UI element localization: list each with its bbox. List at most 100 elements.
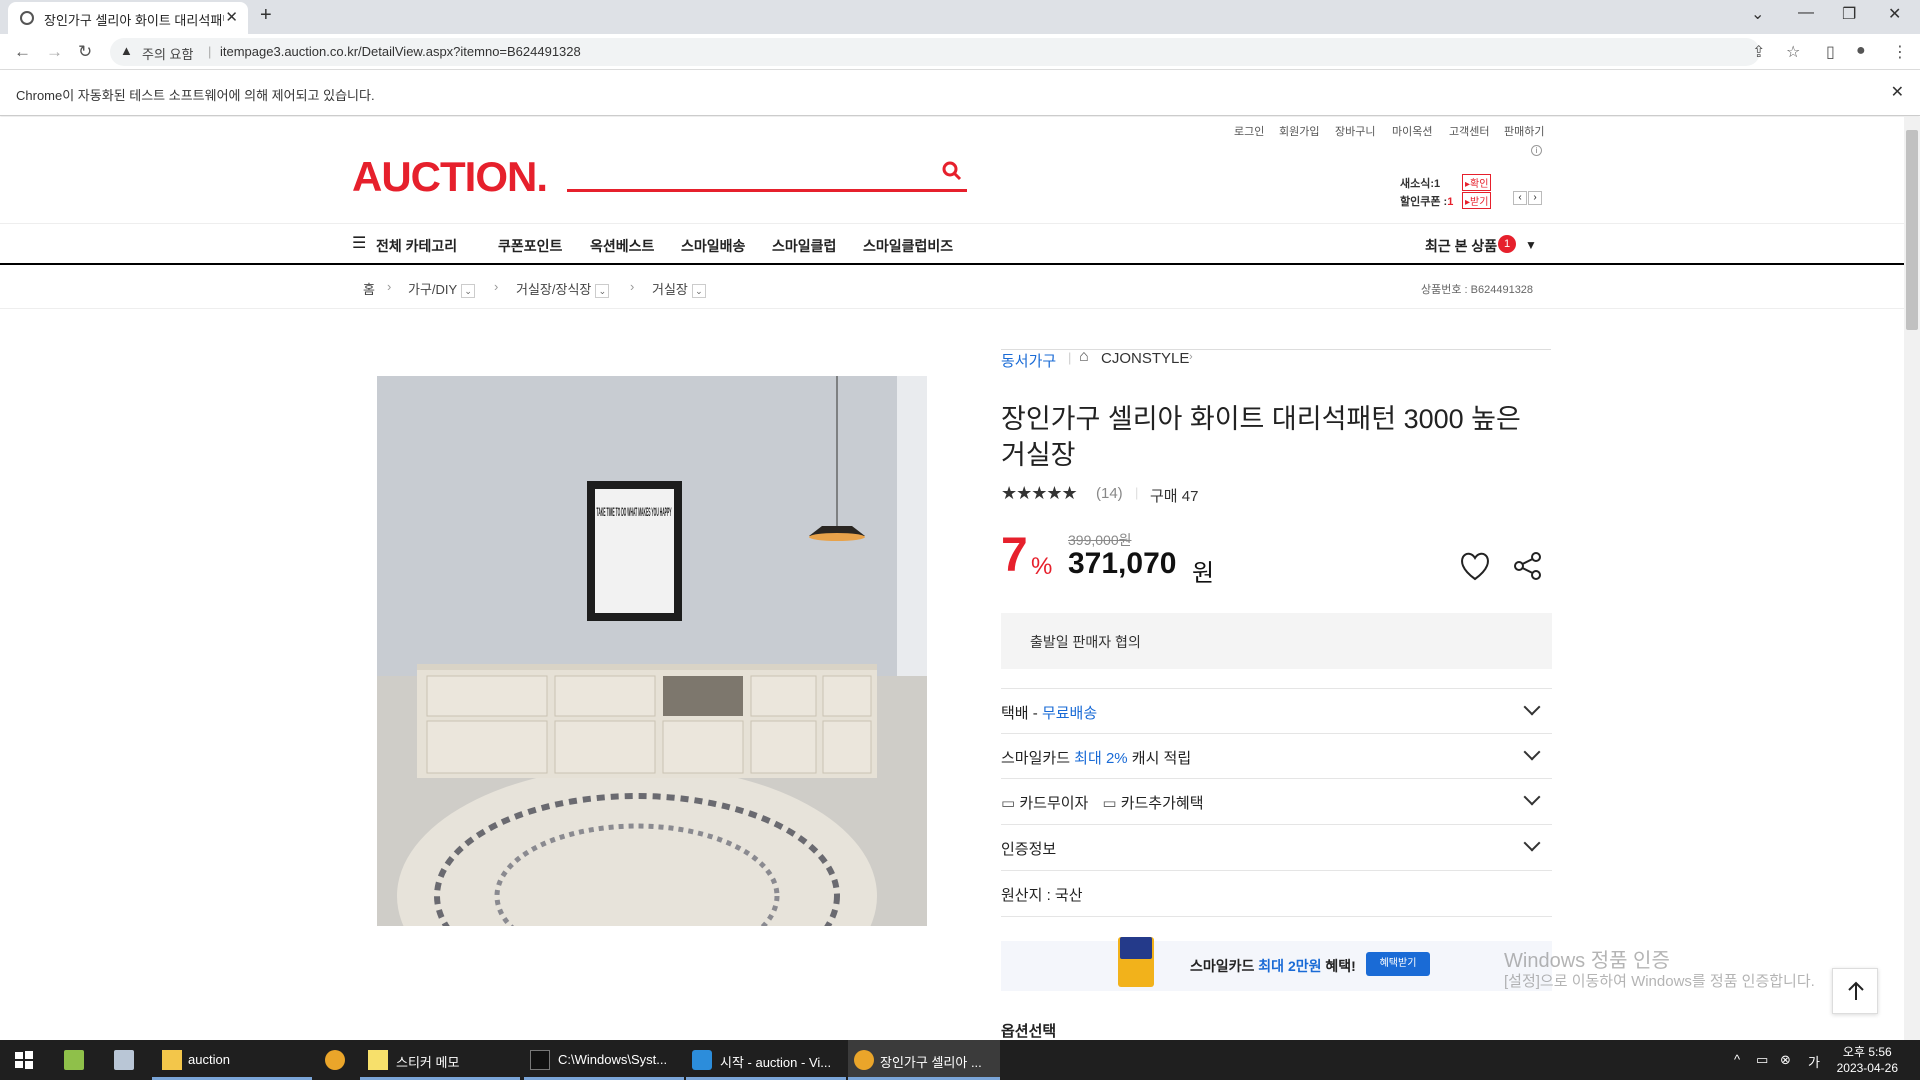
smilecard-row[interactable]: 스마일카드 최대 2% 캐시 적립 bbox=[1001, 733, 1552, 778]
security-warning-label[interactable]: 주의 요함 bbox=[142, 44, 193, 63]
seller-link[interactable]: 동서가구 bbox=[1001, 350, 1056, 371]
breadcrumb-item-livingroom[interactable]: 거실장 ⌄ bbox=[652, 279, 706, 298]
breadcrumb-item-cabinet[interactable]: 거실장/장식장 ⌄ bbox=[516, 279, 610, 298]
new-tab-button[interactable]: + bbox=[260, 4, 272, 27]
coupon-get-button[interactable]: ▸받기 bbox=[1462, 192, 1492, 209]
url-text[interactable]: itempage3.auction.co.kr/DetailView.aspx?… bbox=[220, 44, 581, 59]
sell-link[interactable]: 판매하기 bbox=[1504, 123, 1544, 139]
main-navigation: ☰ 전체 카테고리 쿠폰포인트 옥션베스트 스마일배송 스마일클럽 스마일클럽비… bbox=[0, 223, 1904, 265]
heart-icon[interactable] bbox=[1459, 551, 1491, 581]
warning-icon[interactable]: ▲ bbox=[120, 43, 133, 58]
ime-icon[interactable]: 가 bbox=[1808, 1052, 1820, 1071]
side-panel-icon[interactable]: ▯ bbox=[1826, 42, 1835, 62]
back-icon[interactable]: ← bbox=[14, 42, 31, 62]
nav-smile-club-biz[interactable]: 스마일클럽비즈 bbox=[863, 236, 953, 256]
product-image[interactable]: TAKE TIME TO DO WHAT MAKES YOU HAPPY bbox=[377, 376, 927, 926]
signup-link[interactable]: 회원가입 bbox=[1279, 123, 1319, 139]
clock-date: 2023-04-26 bbox=[1836, 1061, 1898, 1075]
scrollbar-thumb[interactable] bbox=[1906, 130, 1918, 330]
browser-tab[interactable]: 장인가구 셀리아 화이트 대리석패턴 3000 높은 거실장 ✕ bbox=[8, 2, 248, 34]
taskbar-item-chrome-window[interactable]: 장인가구 셀리아 ... bbox=[848, 1040, 1000, 1080]
get-benefit-button[interactable]: 혜택받기 bbox=[1366, 952, 1430, 976]
windows-taskbar: auction 스티커 메모 C:\Windows\Syst... 시작 - a… bbox=[0, 1040, 1920, 1080]
close-tab-icon[interactable]: ✕ bbox=[225, 8, 238, 26]
hamburger-icon[interactable]: ☰ bbox=[352, 233, 366, 253]
volume-muted-icon[interactable]: ⊗ bbox=[1780, 1052, 1791, 1068]
breadcrumb: 홈 › 가구/DIY ⌄ › 거실장/장식장 ⌄ › 거실장 ⌄ 상품번호 : B62… bbox=[0, 265, 1904, 309]
store-arrow-icon[interactable]: › bbox=[1189, 351, 1193, 363]
seller-name: 동서가구 bbox=[1001, 353, 1057, 370]
profile-icon[interactable]: ● bbox=[1856, 42, 1866, 60]
breadcrumb-label: 거실장 bbox=[652, 282, 688, 297]
chevron-down-icon[interactable] bbox=[1523, 834, 1541, 852]
taskbar-item-sticky-notes[interactable]: 스티커 메모 bbox=[360, 1040, 520, 1080]
taskbar-item-auction-folder[interactable]: auction bbox=[152, 1040, 312, 1080]
scroll-to-top-button[interactable] bbox=[1832, 968, 1878, 1014]
login-link[interactable]: 로그인 bbox=[1234, 123, 1264, 139]
next-arrow-icon[interactable]: › bbox=[1528, 191, 1542, 205]
bookmark-star-icon[interactable]: ☆ bbox=[1786, 42, 1800, 62]
origin-row: 원산지 : 국산 bbox=[1001, 870, 1552, 915]
cart-link[interactable]: 장바구니 bbox=[1335, 123, 1375, 139]
store-link[interactable]: CJONSTYLE bbox=[1101, 350, 1189, 367]
card-benefit-row[interactable]: ▭ 카드무이자 ▭ 카드추가혜택 bbox=[1001, 778, 1552, 823]
reload-icon[interactable]: ↻ bbox=[78, 42, 92, 62]
start-button[interactable] bbox=[0, 1040, 46, 1080]
all-category-button[interactable]: 전체 카테고리 bbox=[376, 236, 457, 256]
chevron-down-icon[interactable] bbox=[1523, 698, 1541, 716]
card-illustration-top bbox=[1120, 937, 1152, 959]
price-unit: 원 bbox=[1192, 560, 1215, 587]
windows-logo-icon bbox=[15, 1051, 33, 1069]
address-bar[interactable]: ▲ 주의 요함 | itempage3.auction.co.kr/Detail… bbox=[110, 38, 1760, 66]
news-confirm-button[interactable]: ▸확인 bbox=[1462, 174, 1492, 191]
dropdown-icon[interactable]: ⌄ bbox=[461, 284, 476, 298]
taskbar-label: 장인가구 셀리아 ... bbox=[880, 1055, 982, 1070]
taskbar-app-chrome[interactable] bbox=[318, 1040, 352, 1080]
my-auction-link[interactable]: 마이옥션 bbox=[1392, 123, 1432, 139]
search-icon[interactable] bbox=[942, 161, 962, 181]
auction-logo[interactable]: AUCTION. bbox=[352, 153, 548, 201]
info-icon[interactable]: i bbox=[1531, 145, 1542, 156]
forward-icon[interactable]: → bbox=[46, 42, 63, 62]
chevron-down-icon[interactable] bbox=[1523, 788, 1541, 806]
minimize-button[interactable]: — bbox=[1798, 4, 1814, 22]
share-icon[interactable] bbox=[1513, 551, 1543, 581]
card-benefit-label: ▭ 카드무이자 ▭ 카드추가혜택 bbox=[1001, 792, 1204, 813]
close-infobar-icon[interactable]: ✕ bbox=[1891, 82, 1904, 102]
dropdown-icon[interactable]: ⌄ bbox=[691, 284, 706, 298]
banner-text: 스마일카드 최대 2만원 혜택! bbox=[1190, 956, 1356, 976]
nav-smile-delivery[interactable]: 스마일배송 bbox=[681, 236, 745, 256]
breadcrumb-item-furniture[interactable]: 가구/DIY ⌄ bbox=[408, 279, 476, 298]
tab-title: 장인가구 셀리아 화이트 대리석패턴 3000 높은 거실장 bbox=[44, 13, 224, 28]
menu-icon[interactable]: ⋮ bbox=[1892, 42, 1908, 62]
taskbar-item-cmd[interactable]: C:\Windows\Syst... bbox=[524, 1040, 684, 1080]
star-rating: ★★★★★ bbox=[1001, 483, 1078, 503]
taskbar-item-vscode[interactable]: 시작 - auction - Vi... bbox=[686, 1040, 846, 1080]
share-icon[interactable]: ⇪ bbox=[1752, 42, 1765, 62]
recent-products-button[interactable]: 최근 본 상품 bbox=[1425, 236, 1497, 256]
delivery-value: 무료배송 bbox=[1041, 705, 1098, 722]
maximize-button[interactable]: ❐ bbox=[1842, 4, 1856, 24]
network-icon[interactable]: ▭ bbox=[1756, 1052, 1768, 1068]
dropdown-icon[interactable]: ⌄ bbox=[595, 284, 610, 298]
system-clock[interactable]: 오후 5:56 2023-04-26 bbox=[1837, 1044, 1898, 1076]
store-home-icon: ⌂ bbox=[1079, 348, 1089, 365]
nav-smile-club[interactable]: 스마일클럽 bbox=[772, 236, 836, 256]
close-window-button[interactable]: ✕ bbox=[1888, 4, 1901, 24]
nav-auction-best[interactable]: 옥션베스트 bbox=[590, 236, 654, 256]
chevron-down-icon[interactable]: ▼ bbox=[1525, 238, 1537, 252]
discount-unit: % bbox=[1031, 553, 1053, 580]
tab-search-icon[interactable]: ⌄ bbox=[1751, 4, 1764, 24]
certification-row[interactable]: 인증정보 bbox=[1001, 824, 1552, 869]
nav-coupon-point[interactable]: 쿠폰포인트 bbox=[498, 236, 562, 256]
search-input[interactable] bbox=[567, 189, 967, 192]
breadcrumb-home[interactable]: 홈 bbox=[363, 279, 375, 298]
taskbar-app-paint[interactable] bbox=[56, 1040, 92, 1080]
chevron-down-icon[interactable] bbox=[1523, 743, 1541, 761]
taskbar-app-tool[interactable] bbox=[106, 1040, 142, 1080]
prev-arrow-icon[interactable]: ‹ bbox=[1513, 191, 1527, 205]
show-hidden-icons-icon[interactable]: ^ bbox=[1734, 1052, 1740, 1067]
customer-center-link[interactable]: 고객센터 bbox=[1449, 123, 1489, 139]
delivery-row[interactable]: 택배 - 무료배송 bbox=[1001, 688, 1552, 733]
review-count[interactable]: (14) bbox=[1096, 485, 1123, 502]
